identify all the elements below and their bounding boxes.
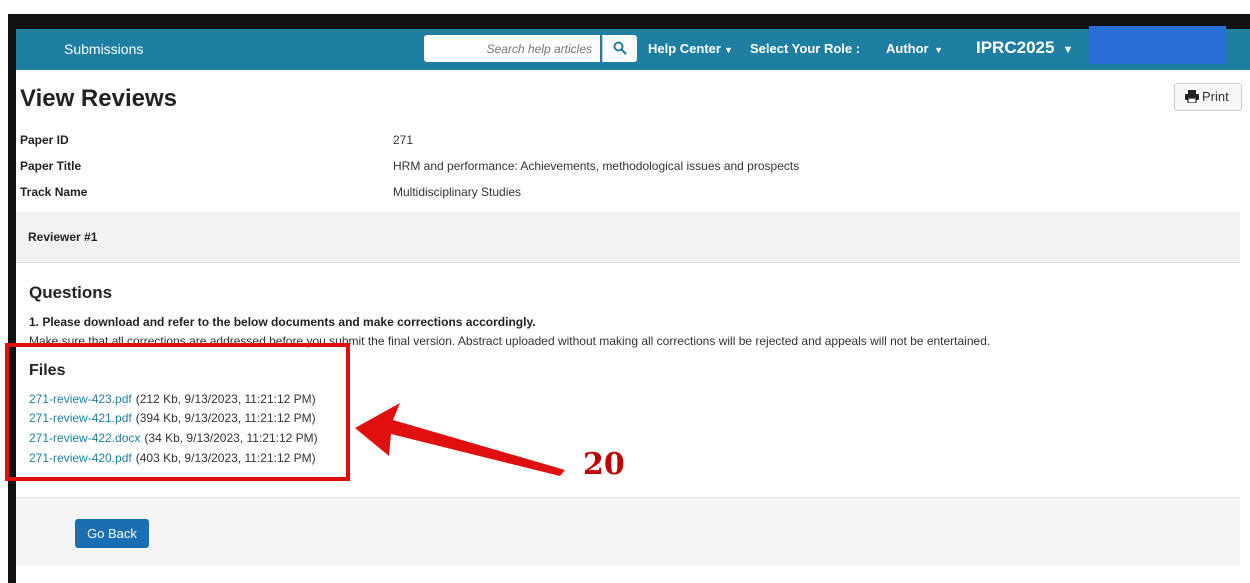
printer-icon: [1185, 90, 1199, 103]
paper-title-label: Paper Title: [20, 159, 82, 173]
caret-down-icon: ▼: [723, 45, 733, 55]
page-title: View Reviews: [20, 85, 177, 112]
track-name-value: Multidisciplinary Studies: [393, 185, 522, 199]
window-border-left: [8, 14, 16, 583]
search-box: [424, 35, 600, 62]
role-label: Select Your Role :: [750, 41, 861, 56]
paper-id-value: 271: [393, 133, 414, 147]
print-label: Print: [1202, 89, 1229, 104]
question-1-text: 1. Please download and refer to the belo…: [29, 315, 536, 329]
track-name-label: Track Name: [20, 185, 88, 199]
go-back-button[interactable]: Go Back: [75, 519, 149, 548]
paper-id-label: Paper ID: [20, 133, 69, 147]
questions-title: Questions: [29, 283, 113, 302]
reviewer-heading: Reviewer #1: [28, 230, 98, 244]
conference-dropdown[interactable]: IPRC2025 ▼: [976, 38, 1073, 58]
search-icon: [613, 41, 627, 55]
paper-title-value: HRM and performance: Achievements, metho…: [393, 159, 800, 173]
help-center-label: Help Center: [648, 41, 721, 56]
redacted-user-block: [1089, 26, 1226, 64]
search-button[interactable]: [602, 35, 637, 62]
conference-label: IPRC2025: [976, 38, 1055, 57]
nav-brand-submissions[interactable]: Submissions: [64, 41, 143, 57]
window-border-top: [8, 14, 1250, 29]
help-center-menu[interactable]: Help Center ▼: [648, 41, 733, 56]
reviewer-header: Reviewer #1: [16, 212, 1240, 263]
footer-panel: [16, 497, 1240, 566]
role-value: Author: [886, 41, 929, 56]
top-navbar: Submissions Help Center▼ Select Your Rol…: [16, 26, 1250, 70]
annotation-highlight-box: [5, 343, 350, 481]
caret-down-icon: ▼: [1062, 44, 1074, 56]
screenshot-frame: Submissions Help Center▼ Select Your Rol…: [0, 0, 1250, 583]
annotation-number: 20: [583, 447, 625, 482]
caret-down-icon: ▼: [931, 45, 944, 55]
role-dropdown[interactable]: Author ▼: [886, 41, 943, 56]
search-input[interactable]: [424, 35, 600, 62]
annotation-arrow-icon: [355, 403, 565, 476]
print-button[interactable]: Print: [1174, 83, 1242, 111]
